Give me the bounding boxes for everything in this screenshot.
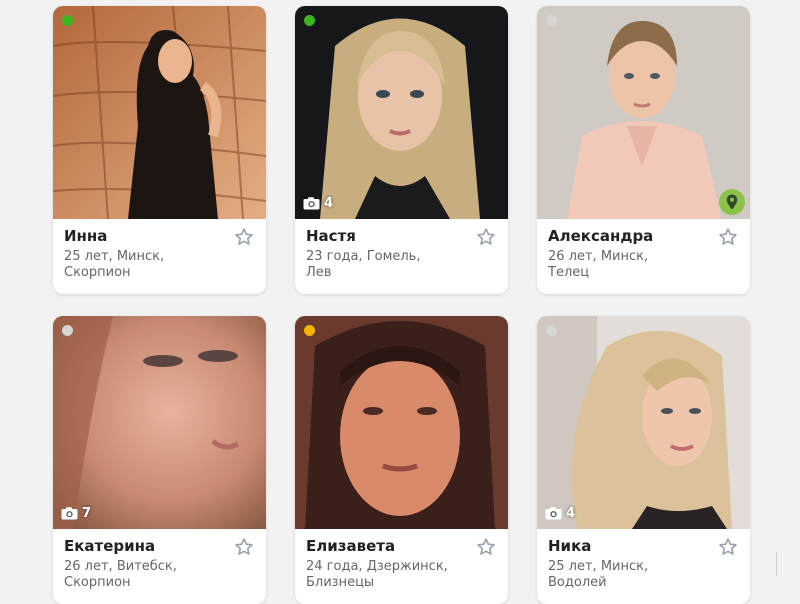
photo-count-value: 4 xyxy=(566,506,576,521)
profile-name[interactable]: Екатерина xyxy=(64,537,155,555)
star-outline-icon[interactable] xyxy=(234,537,254,557)
camera-icon xyxy=(61,507,78,520)
profile-zodiac: Лев xyxy=(306,265,332,280)
photo-count-value: 7 xyxy=(82,506,92,521)
profile-details: 25 лет, Минск, Скорпион xyxy=(64,249,234,281)
profile-details: 26 лет, Витебск, Скорпион xyxy=(64,559,234,591)
profile-photo[interactable] xyxy=(295,316,508,529)
profile-city: Дзержинск, xyxy=(366,559,448,574)
camera-icon xyxy=(545,507,562,520)
star-outline-icon[interactable] xyxy=(476,227,496,247)
status-online-icon xyxy=(304,15,315,26)
profile-city: Минск, xyxy=(116,249,165,264)
scrollbar-track[interactable] xyxy=(776,552,777,576)
profile-age: 23 года, xyxy=(306,249,363,264)
profile-name[interactable]: Елизавета xyxy=(306,537,395,555)
star-outline-icon[interactable] xyxy=(476,537,496,557)
profile-city: Минск, xyxy=(600,559,649,574)
profile-photo[interactable]: 7 xyxy=(53,316,266,529)
camera-icon xyxy=(303,197,320,210)
profile-name[interactable]: Ника xyxy=(548,537,591,555)
photo-count: 4 xyxy=(545,506,575,521)
profile-card[interactable]: 4 Ника 25 лет, Минск, Водолей xyxy=(537,316,750,604)
profile-photo[interactable]: 4 xyxy=(537,316,750,529)
status-offline-icon xyxy=(62,325,73,336)
profile-zodiac: Близнецы xyxy=(306,575,375,590)
profile-city: Минск, xyxy=(600,249,649,264)
profile-age: 26 лет, xyxy=(548,249,597,264)
star-outline-icon[interactable] xyxy=(718,227,738,247)
profile-photo[interactable]: 4 xyxy=(295,6,508,219)
profile-age: 26 лет, xyxy=(64,559,113,574)
photo-count-value: 4 xyxy=(324,196,334,211)
profile-card[interactable]: 4 Настя 23 года, Гомель, Лев xyxy=(295,6,508,294)
profile-photo[interactable] xyxy=(53,6,266,219)
star-outline-icon[interactable] xyxy=(234,227,254,247)
profile-name[interactable]: Настя xyxy=(306,227,356,245)
profile-photo[interactable] xyxy=(537,6,750,219)
photo-count: 4 xyxy=(303,196,333,211)
profile-zodiac: Скорпион xyxy=(64,575,131,590)
profile-card[interactable]: Инна 25 лет, Минск, Скорпион xyxy=(53,6,266,294)
photo-count: 7 xyxy=(61,506,91,521)
profile-card[interactable]: Александра 26 лет, Минск, Телец xyxy=(537,6,750,294)
profile-zodiac: Скорпион xyxy=(64,265,131,280)
profile-age: 25 лет, xyxy=(64,249,113,264)
status-away-icon xyxy=(304,325,315,336)
status-online-icon xyxy=(62,15,73,26)
profile-name[interactable]: Инна xyxy=(64,227,107,245)
profile-age: 25 лет, xyxy=(548,559,597,574)
profile-zodiac: Водолей xyxy=(548,575,607,590)
profile-card[interactable]: Елизавета 24 года, Дзержинск, Близнецы xyxy=(295,316,508,604)
profile-name[interactable]: Александра xyxy=(548,227,653,245)
profile-details: 25 лет, Минск, Водолей xyxy=(548,559,718,591)
profile-city: Гомель, xyxy=(366,249,421,264)
profile-details: 24 года, Дзержинск, Близнецы xyxy=(306,559,476,591)
profile-details: 23 года, Гомель, Лев xyxy=(306,249,476,281)
status-offline-icon xyxy=(546,325,557,336)
profile-card[interactable]: 7 Екатерина 26 лет, Витебск, Скорпион xyxy=(53,316,266,604)
profile-zodiac: Телец xyxy=(548,265,590,280)
profile-age: 24 года, xyxy=(306,559,363,574)
profile-details: 26 лет, Минск, Телец xyxy=(548,249,718,281)
profile-city: Витебск, xyxy=(116,559,177,574)
status-offline-icon xyxy=(546,15,557,26)
star-outline-icon[interactable] xyxy=(718,537,738,557)
map-pin-icon[interactable] xyxy=(719,189,745,215)
